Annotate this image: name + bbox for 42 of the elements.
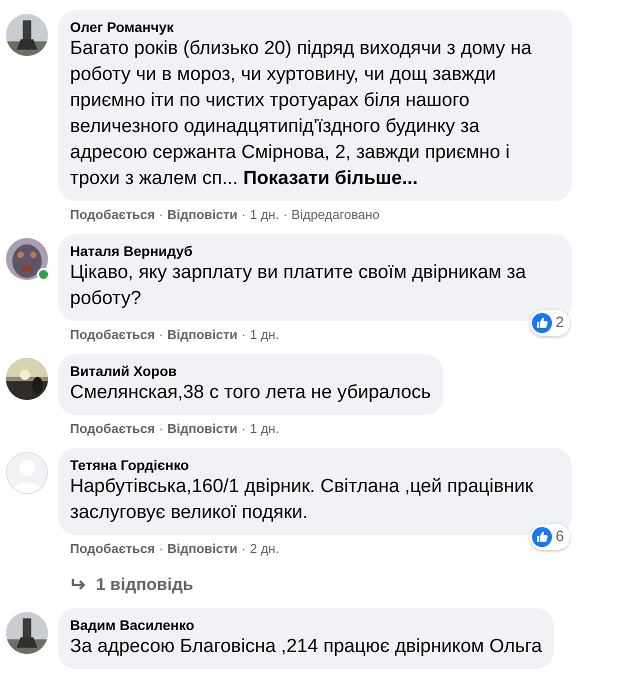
reaction-count: 2 <box>556 312 564 332</box>
separator-dot: · <box>158 420 164 438</box>
action-link[interactable]: Подобається <box>70 420 155 438</box>
action-link[interactable]: Відповісти <box>167 326 238 344</box>
author-name[interactable]: Виталий Хоров <box>70 362 431 380</box>
thumbs-up-icon <box>532 526 552 547</box>
meta-text: 2 дн. <box>250 540 280 558</box>
action-link[interactable]: Відповісти <box>167 540 238 558</box>
comment-text: Нарбутівська,160/1 двірник. Світлана ,цей працівник заслуговує великої подяки. <box>70 475 534 525</box>
thumbs-up-icon <box>532 312 552 333</box>
default-avatar-icon <box>6 452 48 494</box>
separator-dot: · <box>242 206 246 224</box>
author-name[interactable]: Вадим Василенко <box>70 616 542 634</box>
author-name[interactable]: Тетяна Гордієнко <box>70 456 560 474</box>
show-more-link[interactable]: Показати більше... <box>243 168 418 189</box>
separator-dot: · <box>283 206 288 224</box>
author-name[interactable]: Наталя Вернидуб <box>70 242 560 260</box>
separator-dot: · <box>242 326 246 344</box>
action-link[interactable]: Подобається <box>70 206 155 224</box>
separator-dot: · <box>158 326 164 344</box>
reaction-badge[interactable]: 6 <box>530 524 570 550</box>
replies-link[interactable]: 1 відповідь <box>58 558 194 598</box>
reaction-badge[interactable]: 2 <box>530 310 570 336</box>
action-link[interactable]: Подобається <box>70 326 155 344</box>
comment-text: Цікаво, яку зарплату ви платите своїм двірникам за роботу? <box>70 261 527 311</box>
meta-text: 1 дн. <box>250 420 280 438</box>
comment-text: Смелянская,38 с того лета не убиралось <box>70 381 431 405</box>
meta-text: 1 дн. <box>250 206 280 224</box>
separator-dot: · <box>158 540 164 558</box>
meta-text: Відредаговано <box>291 206 380 224</box>
reply-arrow-icon <box>70 578 88 592</box>
reaction-count: 6 <box>556 526 564 546</box>
action-link[interactable]: Відповісти <box>167 420 238 438</box>
comment-text: Багато років (близько 20) підряд виходячи з дому на роботу чи в мороз, чи хуртовину, чи дощ завжди приємно іти по чистих тротуарах біля нашого величезного одинадцятипід'їздного будинку за адресою сержанта Смірнова, 2, завжди приємно і трохи з жалем сп... Показати більше... <box>70 37 533 191</box>
separator-dot: · <box>158 206 164 224</box>
comment-text: За адресою Благовісна ,214 працює двірником Ольга <box>70 634 542 658</box>
action-link[interactable]: Подобається <box>70 540 155 558</box>
action-link[interactable]: Відповісти <box>167 206 238 224</box>
meta-text: 1 дн. <box>250 326 280 344</box>
author-name[interactable]: Олег Романчук <box>70 18 560 36</box>
separator-dot: · <box>242 540 246 558</box>
separator-dot: · <box>242 420 246 438</box>
